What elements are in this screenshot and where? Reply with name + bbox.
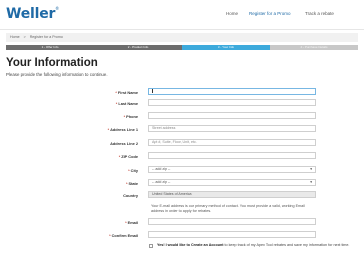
country-value: United States of America — [152, 192, 192, 196]
create-account-label-rest: to keep track of my Apex Tool rebates an… — [223, 243, 350, 247]
chevron-down-icon: ▾ — [310, 167, 312, 171]
weller-logo[interactable]: Weller® — [6, 6, 59, 22]
email-input[interactable] — [148, 218, 316, 225]
required-asterisk: * — [125, 220, 127, 225]
create-account-label-bold: Yes! I would like to Create an Account — [157, 243, 224, 247]
first-name-input[interactable] — [148, 88, 316, 95]
logo-text: Weller — [6, 6, 56, 22]
required-asterisk: * — [109, 233, 111, 238]
breadcrumb: Home > Register for a Promo — [6, 33, 358, 42]
step-product-info: 2 - Product Info — [94, 45, 182, 50]
city-label: *City — [128, 168, 138, 173]
last-name-input[interactable] — [148, 99, 316, 106]
address-line-1-input[interactable]: Street address — [148, 125, 316, 132]
confirm-email-label: *Confirm Email — [109, 233, 138, 238]
last-name-label: *Last Name — [116, 101, 138, 106]
required-asterisk: * — [107, 127, 110, 132]
email-label-text: Email — [127, 220, 138, 225]
create-account-checkbox[interactable] — [149, 244, 153, 248]
city-label-text: City — [130, 168, 138, 173]
email-label: *Email — [125, 220, 138, 225]
country-label: Country — [123, 193, 138, 198]
step-purchase-details: 4 - Purchase Details — [270, 45, 358, 50]
address-line-2-label: Address Line 2 — [110, 141, 138, 146]
create-account-label[interactable]: Yes! I would like to Create an Account t… — [157, 243, 353, 248]
address-line-1-label-text: Address Line 1 — [110, 127, 138, 132]
required-asterisk: * — [118, 154, 121, 159]
city-select-value: -- add zip -- — [152, 167, 171, 171]
required-asterisk: * — [123, 114, 126, 119]
trademark-mark: ® — [55, 6, 60, 11]
confirm-email-input[interactable] — [148, 231, 316, 238]
breadcrumb-home-link[interactable]: Home — [10, 33, 20, 42]
last-name-label-text: Last Name — [118, 101, 138, 106]
address-line-2-label-text: Address Line 2 — [110, 141, 138, 146]
confirm-email-label-text: Confirm Email — [111, 233, 138, 238]
step-offer-info: 1 - Offer Info — [6, 45, 94, 50]
phone-input[interactable] — [148, 112, 316, 119]
address-line-2-placeholder: Apt #, Suite, Floor, Unit, etc. — [152, 140, 197, 144]
page-subtitle: Please provide the following information… — [6, 72, 108, 77]
country-field: United States of America — [148, 191, 316, 198]
page-title: Your Information — [6, 57, 98, 69]
first-name-label-text: First Name — [117, 90, 138, 95]
text-cursor — [152, 89, 153, 94]
site-header: Weller® Home Register for a Promo Track … — [0, 0, 364, 30]
state-select[interactable]: -- add zip -- ▾ — [148, 179, 316, 186]
breadcrumb-current: Register for a Promo — [29, 35, 63, 39]
phone-label: *Phone — [124, 114, 138, 119]
address-line-1-placeholder: Street address — [152, 126, 176, 130]
nav-home-link[interactable]: Home — [226, 11, 238, 16]
progress-steps: 1 - Offer Info 2 - Product Info 3 - Your… — [6, 45, 358, 50]
state-label-text: State — [128, 181, 138, 186]
country-label-text: Country — [123, 193, 138, 198]
phone-label-text: Phone — [126, 114, 138, 119]
required-asterisk: * — [128, 168, 130, 173]
zip-code-label: *ZIP Code — [119, 154, 138, 159]
address-line-1-label: *Address Line 1 — [108, 127, 138, 132]
breadcrumb-separator: > — [23, 35, 26, 39]
nav-track-rebate-link[interactable]: Track a rebate — [305, 11, 334, 16]
state-label: *State — [126, 181, 138, 186]
nav-register-promo-link[interactable]: Register for a Promo — [249, 11, 291, 16]
city-select[interactable]: -- add zip -- ▾ — [148, 166, 316, 173]
zip-code-label-text: ZIP Code — [121, 154, 138, 159]
step-your-info: 3 - Your Info — [182, 45, 270, 50]
email-note: Your E-mail address is our primary metho… — [151, 204, 305, 213]
required-asterisk: * — [115, 90, 117, 95]
first-name-label: *First Name — [115, 90, 138, 95]
chevron-down-icon: ▾ — [310, 180, 312, 184]
state-select-value: -- add zip -- — [152, 180, 171, 184]
zip-code-input[interactable] — [148, 152, 316, 159]
address-line-2-input[interactable]: Apt #, Suite, Floor, Unit, etc. — [148, 139, 316, 146]
